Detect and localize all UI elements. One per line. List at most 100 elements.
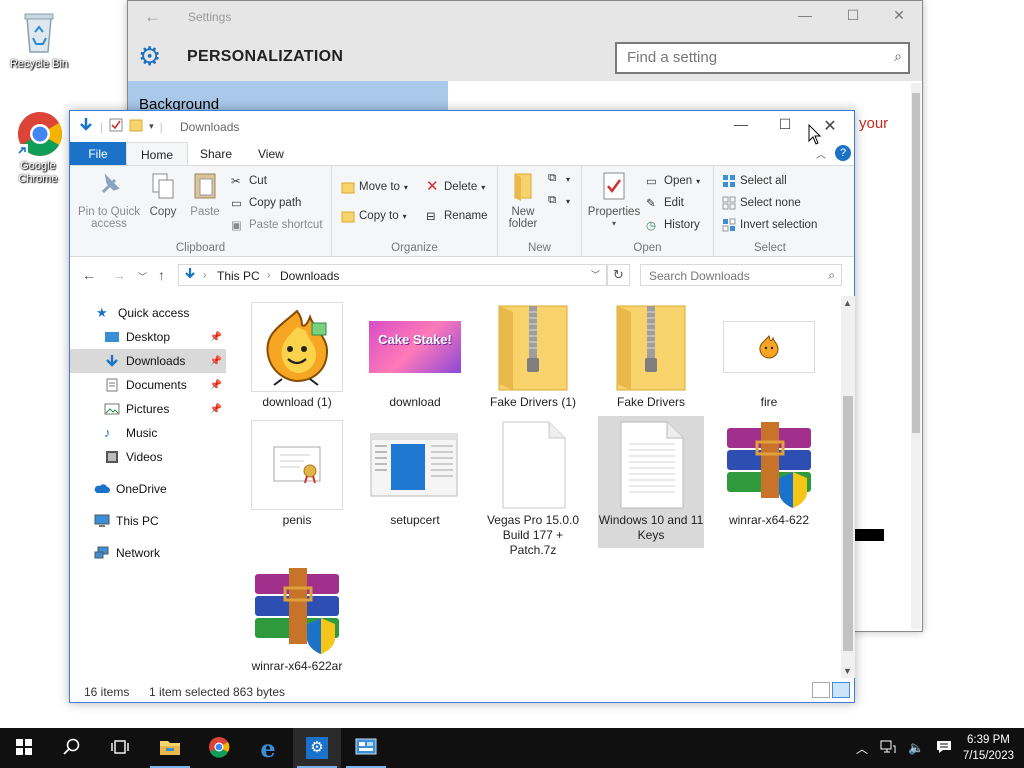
file-name: download (1)	[262, 395, 332, 409]
back-arrow-icon[interactable]: ←	[82, 267, 96, 283]
paste-button[interactable]: Paste	[186, 170, 224, 218]
rename-button[interactable]: ⊟ Rename	[426, 209, 487, 223]
maximize-button[interactable]: ☐	[770, 116, 800, 138]
move-to-button[interactable]: Move to ▾	[341, 180, 408, 194]
nav-item-documents[interactable]: Documents 📌	[70, 373, 226, 397]
paste-label: Paste	[190, 206, 220, 218]
select-all-label: Select all	[740, 175, 787, 187]
desktop-icon-google-chrome[interactable]: Google Chrome	[6, 110, 70, 186]
ribbon-group-label: Clipboard	[175, 242, 226, 254]
file-list-scrollbar[interactable]: ▲ ▼	[841, 296, 855, 678]
down-arrow-icon[interactable]	[78, 117, 94, 136]
scroll-up-icon[interactable]: ▲	[843, 298, 852, 308]
address-bar[interactable]: › This PC › Downloads ﹀	[178, 264, 607, 286]
breadcrumb-downloads[interactable]: Downloads	[280, 269, 339, 283]
edit-label: Edit	[664, 197, 684, 209]
file-item[interactable]: winrar-x64-622ar	[244, 566, 350, 674]
large-icons-view-icon[interactable]	[832, 682, 850, 698]
new-folder-icon[interactable]	[129, 118, 143, 135]
breadcrumb-this-pc[interactable]: This PC	[217, 269, 260, 283]
nav-item-music[interactable]: ♪ Music	[70, 421, 226, 445]
copy-to-button[interactable]: Copy to ▾	[341, 209, 407, 223]
history-button[interactable]: ◷ History	[646, 218, 700, 232]
volume-icon[interactable]: 🔈	[908, 740, 924, 756]
close-button[interactable]: ✕	[884, 7, 914, 24]
delete-x-icon: ✕	[426, 178, 439, 195]
minimize-button[interactable]: —	[726, 116, 756, 138]
taskbar-settings[interactable]: ⚙	[293, 728, 341, 768]
new-folder-button[interactable]: New folder	[504, 170, 542, 230]
action-center-icon[interactable]	[936, 739, 952, 758]
customize-toolbar-icon[interactable]: ▾	[149, 121, 154, 132]
nav-item-downloads[interactable]: Downloads 📌	[70, 349, 226, 373]
select-none-button[interactable]: Select none	[722, 196, 801, 210]
tab-home[interactable]: Home	[126, 142, 189, 166]
edit-button[interactable]: ✎ Edit	[646, 196, 684, 210]
file-item[interactable]: penis	[244, 420, 350, 528]
copy-button[interactable]: Copy	[144, 170, 182, 218]
minimize-button[interactable]: —	[790, 7, 820, 23]
network-icon[interactable]	[880, 740, 896, 757]
invert-selection-button[interactable]: Invert selection	[722, 218, 817, 232]
back-arrow-icon[interactable]: ←	[144, 7, 161, 27]
new-item-button[interactable]: ⧉ ▾	[548, 172, 570, 186]
open-label: Open	[664, 175, 693, 187]
easy-access-button[interactable]: ⧉ ▾	[548, 194, 570, 208]
forward-arrow-icon[interactable]: →	[112, 267, 126, 283]
pin-quick-access-button[interactable]: Pin to Quick access	[76, 170, 142, 230]
maximize-button[interactable]: ☐	[838, 7, 868, 24]
up-arrow-icon[interactable]: ↑	[158, 267, 165, 283]
task-view-button[interactable]	[96, 728, 144, 768]
file-item[interactable]: winrar-x64-622	[716, 420, 822, 528]
nav-item-pictures[interactable]: Pictures 📌	[70, 397, 226, 421]
properties-button[interactable]: Properties ▾	[586, 170, 642, 230]
search-input[interactable]: Search Downloads ⌕	[640, 264, 842, 286]
address-dropdown-icon[interactable]: ﹀	[591, 268, 600, 281]
file-item[interactable]: fire	[716, 302, 822, 410]
nav-item-quick-access[interactable]: ★ Quick access	[70, 301, 226, 325]
desktop-icon-recycle-bin[interactable]: Recycle Bin	[7, 8, 71, 71]
file-item-selected[interactable]: Windows 10 and 11 Keys	[598, 416, 704, 548]
nav-item-this-pc[interactable]: This PC	[70, 509, 226, 533]
paste-shortcut-button[interactable]: ▣ Paste shortcut	[231, 218, 323, 232]
file-item[interactable]: Cake Stake! download	[362, 302, 468, 410]
file-item[interactable]: Fake Drivers (1)	[480, 302, 586, 410]
select-all-button[interactable]: Select all	[722, 174, 787, 188]
clock[interactable]: 6:39 PM 7/15/2023	[963, 732, 1014, 764]
item-count: 16 items	[84, 685, 130, 699]
recent-locations-chevron-icon[interactable]: ﹀	[138, 270, 147, 283]
file-item[interactable]: download (1)	[244, 302, 350, 410]
tab-share[interactable]: Share	[186, 142, 246, 166]
start-button[interactable]	[0, 728, 48, 768]
copy-path-button[interactable]: ▭ Copy path	[231, 196, 301, 210]
nav-item-onedrive[interactable]: OneDrive	[70, 477, 226, 501]
file-item[interactable]: Vegas Pro 15.0.0 Build 177 + Patch.7z	[480, 420, 586, 558]
nav-item-videos[interactable]: Videos	[70, 445, 226, 469]
settings-scrollbar[interactable]	[911, 83, 921, 629]
delete-button[interactable]: ✕ Delete ▾	[426, 178, 485, 195]
taskbar-control-panel[interactable]	[342, 728, 390, 768]
scroll-down-icon[interactable]: ▼	[843, 666, 852, 676]
chevron-up-icon[interactable]: ︿	[856, 740, 868, 757]
tab-file[interactable]: File	[70, 142, 126, 166]
properties-check-icon[interactable]	[109, 118, 123, 135]
taskbar-file-explorer[interactable]	[146, 728, 194, 768]
help-icon[interactable]: ?	[835, 145, 851, 161]
clock-time: 6:39 PM	[967, 734, 1010, 746]
refresh-button[interactable]: ↻	[607, 264, 630, 286]
file-item[interactable]: setupcert	[362, 420, 468, 528]
copy-icon	[147, 170, 179, 202]
file-item[interactable]: Fake Drivers	[598, 302, 704, 410]
cut-button[interactable]: ✂ Cut	[231, 174, 267, 188]
tab-view[interactable]: View	[244, 142, 298, 166]
cut-label: Cut	[249, 175, 267, 187]
nav-item-network[interactable]: Network	[70, 541, 226, 565]
taskbar-edge[interactable]: e	[244, 728, 292, 768]
open-button[interactable]: ▭ Open ▾	[646, 174, 700, 188]
settings-search-input[interactable]: Find a setting ⌕	[615, 42, 910, 74]
scrollbar-thumb[interactable]	[843, 396, 853, 651]
details-view-icon[interactable]	[812, 682, 830, 698]
nav-item-desktop[interactable]: Desktop 📌	[70, 325, 226, 349]
taskbar-chrome[interactable]	[195, 728, 243, 768]
search-button[interactable]	[48, 728, 96, 768]
